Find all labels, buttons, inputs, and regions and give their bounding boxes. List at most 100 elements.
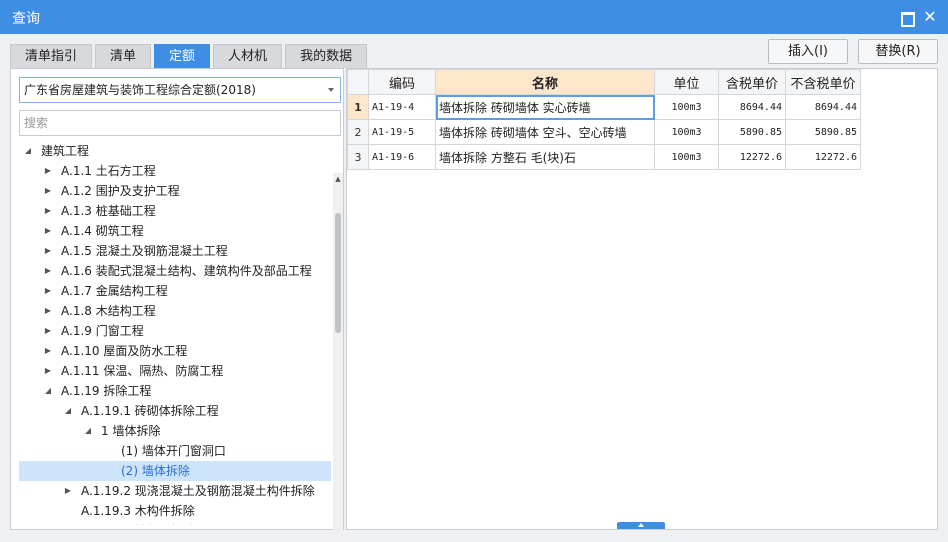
collapsed-arrow-icon[interactable]: ▶ <box>42 221 54 241</box>
collapsed-arrow-icon[interactable]: ▶ <box>42 181 54 201</box>
tree-node[interactable]: ▶ A.1.3 桩基础工程 <box>19 201 331 221</box>
collapsed-arrow-icon[interactable]: ▶ <box>42 321 54 341</box>
collapsed-arrow-icon[interactable]: ▶ <box>42 361 54 381</box>
tree-node[interactable]: (2) 墙体拆除 <box>19 461 331 481</box>
tree-node-label: A.1.19.1 砖砌体拆除工程 <box>81 404 219 418</box>
cell-price-notax[interactable]: 8694.44 <box>785 94 861 120</box>
collapsed-arrow-icon[interactable]: ▶ <box>42 281 54 301</box>
tree-node[interactable]: (1) 墙体开门窗洞口 <box>19 441 331 461</box>
cell-code[interactable]: A1-19-5 <box>368 119 436 145</box>
maximize-icon[interactable] <box>898 9 915 27</box>
tree-node[interactable]: ▶ A.1.5 混凝土及钢筋混凝土工程 <box>19 241 331 261</box>
tree-node[interactable]: ◢ 建筑工程 <box>19 141 331 161</box>
tree-node[interactable]: ◢ 1 墙体拆除 <box>19 421 331 441</box>
table-row[interactable]: 1 A1-19-4 墙体拆除 砖砌墙体 实心砖墙 100m3 8694.44 8… <box>347 94 861 120</box>
col-header-code[interactable]: 编码 <box>368 69 436 95</box>
tree-node-label: A.1.8 木结构工程 <box>61 304 156 318</box>
cell-code[interactable]: A1-19-4 <box>368 94 436 120</box>
library-select[interactable]: 广东省房屋建筑与装饰工程综合定额(2018) <box>19 77 341 103</box>
title-bar: 查询 ✕ <box>0 0 948 34</box>
tree-node[interactable]: ◢ A.1.19 拆除工程 <box>19 381 331 401</box>
cell-price-tax[interactable]: 5890.85 <box>718 119 786 145</box>
close-icon[interactable]: ✕ <box>922 9 938 25</box>
tree-node-label: A.1.3 桩基础工程 <box>61 204 156 218</box>
cell-price-notax[interactable]: 5890.85 <box>785 119 861 145</box>
cell-name[interactable]: 墙体拆除 方整石 毛(块)石 <box>435 144 655 170</box>
tree-node-label: 1 墙体拆除 <box>101 424 161 438</box>
tree-node-label: A.1.10 屋面及防水工程 <box>61 344 188 358</box>
scrollbar-thumb[interactable] <box>335 213 341 333</box>
query-dialog-body: 清单指引 清单 定额 人材机 我的数据 插入(I) 替换(R) 广东省房屋建筑与… <box>0 34 948 542</box>
tree-node[interactable]: ▶ A.1.11 保温、隔热、防腐工程 <box>19 361 331 381</box>
collapsed-arrow-icon[interactable]: ▶ <box>42 161 54 181</box>
tree-node-label: A.1.2 围护及支护工程 <box>61 184 180 198</box>
cell-code[interactable]: A1-19-6 <box>368 144 436 170</box>
collapsed-arrow-icon[interactable]: ▶ <box>42 241 54 261</box>
tree-node[interactable]: ▶ A.1.2 围护及支护工程 <box>19 181 331 201</box>
tab-list[interactable]: 清单 <box>95 44 152 68</box>
tree-node-label: (2) 墙体拆除 <box>121 464 190 478</box>
tab-bar: 清单指引 清单 定额 人材机 我的数据 <box>10 44 370 68</box>
expanded-arrow-icon[interactable]: ◢ <box>42 381 54 401</box>
grid-header-row: 编码 名称 单位 含税单价 不含税单价 <box>347 69 861 95</box>
tab-quota[interactable]: 定额 <box>154 44 211 68</box>
collapsed-arrow-icon[interactable]: ▶ <box>42 261 54 281</box>
row-number: 1 <box>347 94 369 120</box>
tree-node-label: 建筑工程 <box>41 144 90 158</box>
tree-node[interactable]: ▶ A.1.9 门窗工程 <box>19 321 331 341</box>
tree-node-label: A.1.19.4 抹灰面拆除 <box>81 521 195 525</box>
collapsed-arrow-icon[interactable]: ▶ <box>42 201 54 221</box>
tree-node-label: A.1.5 混凝土及钢筋混凝土工程 <box>61 244 228 258</box>
cell-name[interactable]: 墙体拆除 砖砌墙体 实心砖墙 <box>435 94 655 120</box>
tree-node-label: A.1.11 保温、隔热、防腐工程 <box>61 364 224 378</box>
expanded-arrow-icon[interactable]: ◢ <box>82 421 94 441</box>
window-title: 查询 <box>12 11 40 27</box>
col-header-price-tax[interactable]: 含税单价 <box>718 69 786 95</box>
cell-price-notax[interactable]: 12272.6 <box>785 144 861 170</box>
scroll-up-icon[interactable]: ▲ <box>333 173 343 185</box>
cell-price-tax[interactable]: 8694.44 <box>718 94 786 120</box>
chevron-down-icon <box>328 88 334 92</box>
expanded-arrow-icon[interactable]: ◢ <box>62 401 74 421</box>
collapsed-arrow-icon[interactable]: ▶ <box>62 481 74 501</box>
tab-labor-material-machine[interactable]: 人材机 <box>213 44 283 68</box>
tree-node[interactable]: A.1.19.4 抹灰面拆除 <box>19 521 331 525</box>
col-header-name[interactable]: 名称 <box>435 69 655 95</box>
tree-node[interactable]: A.1.19.3 木构件拆除 <box>19 501 331 521</box>
insert-button[interactable]: 插入(I) <box>768 39 848 64</box>
tree-node[interactable]: ▶ A.1.4 砌筑工程 <box>19 221 331 241</box>
tab-my-data[interactable]: 我的数据 <box>285 44 368 68</box>
cell-unit[interactable]: 100m3 <box>654 144 719 170</box>
collapsed-arrow-icon[interactable]: ▶ <box>42 301 54 321</box>
quota-grid: 编码 名称 单位 含税单价 不含税单价 1 A1-19-4 墙体拆除 砖砌墙体 … <box>347 69 861 170</box>
col-header-unit[interactable]: 单位 <box>654 69 719 95</box>
tree-node[interactable]: ◢ A.1.19.1 砖砌体拆除工程 <box>19 401 331 421</box>
col-header-rownum <box>347 69 369 95</box>
tree-node[interactable]: ▶ A.1.6 装配式混凝土结构、建筑构件及部品工程 <box>19 261 331 281</box>
collapsed-arrow-icon[interactable]: ▶ <box>42 341 54 361</box>
expanded-arrow-icon[interactable]: ◢ <box>22 141 34 161</box>
tree-node-label: A.1.7 金属结构工程 <box>61 284 168 298</box>
cell-unit[interactable]: 100m3 <box>654 119 719 145</box>
cell-price-tax[interactable]: 12272.6 <box>718 144 786 170</box>
tree-node-label: A.1.19 拆除工程 <box>61 384 152 398</box>
tree-node[interactable]: ▶ A.1.8 木结构工程 <box>19 301 331 321</box>
table-row[interactable]: 2 A1-19-5 墙体拆除 砖砌墙体 空斗、空心砖墙 100m3 5890.8… <box>347 119 861 145</box>
cell-unit[interactable]: 100m3 <box>654 94 719 120</box>
tree-node-label: A.1.19.3 木构件拆除 <box>81 504 195 518</box>
panel-collapse-handle[interactable] <box>617 522 665 529</box>
tree-node[interactable]: ▶ A.1.7 金属结构工程 <box>19 281 331 301</box>
tree-node[interactable]: ▶ A.1.1 土石方工程 <box>19 161 331 181</box>
replace-button[interactable]: 替换(R) <box>858 39 938 64</box>
tree-scrollbar[interactable]: ▲ ▼ <box>333 173 343 542</box>
row-number: 2 <box>347 119 369 145</box>
tree-node[interactable]: ▶ A.1.10 屋面及防水工程 <box>19 341 331 361</box>
tree-node-label: (1) 墙体开门窗洞口 <box>121 444 226 458</box>
col-header-price-notax[interactable]: 不含税单价 <box>785 69 861 95</box>
tree-node[interactable]: ▶ A.1.19.2 现浇混凝土及钢筋混凝土构件拆除 <box>19 481 331 501</box>
tree-node-label: A.1.1 土石方工程 <box>61 164 156 178</box>
table-row[interactable]: 3 A1-19-6 墙体拆除 方整石 毛(块)石 100m3 12272.6 1… <box>347 144 861 170</box>
cell-name[interactable]: 墙体拆除 砖砌墙体 空斗、空心砖墙 <box>435 119 655 145</box>
tab-list-guide[interactable]: 清单指引 <box>10 44 93 68</box>
search-input[interactable] <box>19 110 341 136</box>
